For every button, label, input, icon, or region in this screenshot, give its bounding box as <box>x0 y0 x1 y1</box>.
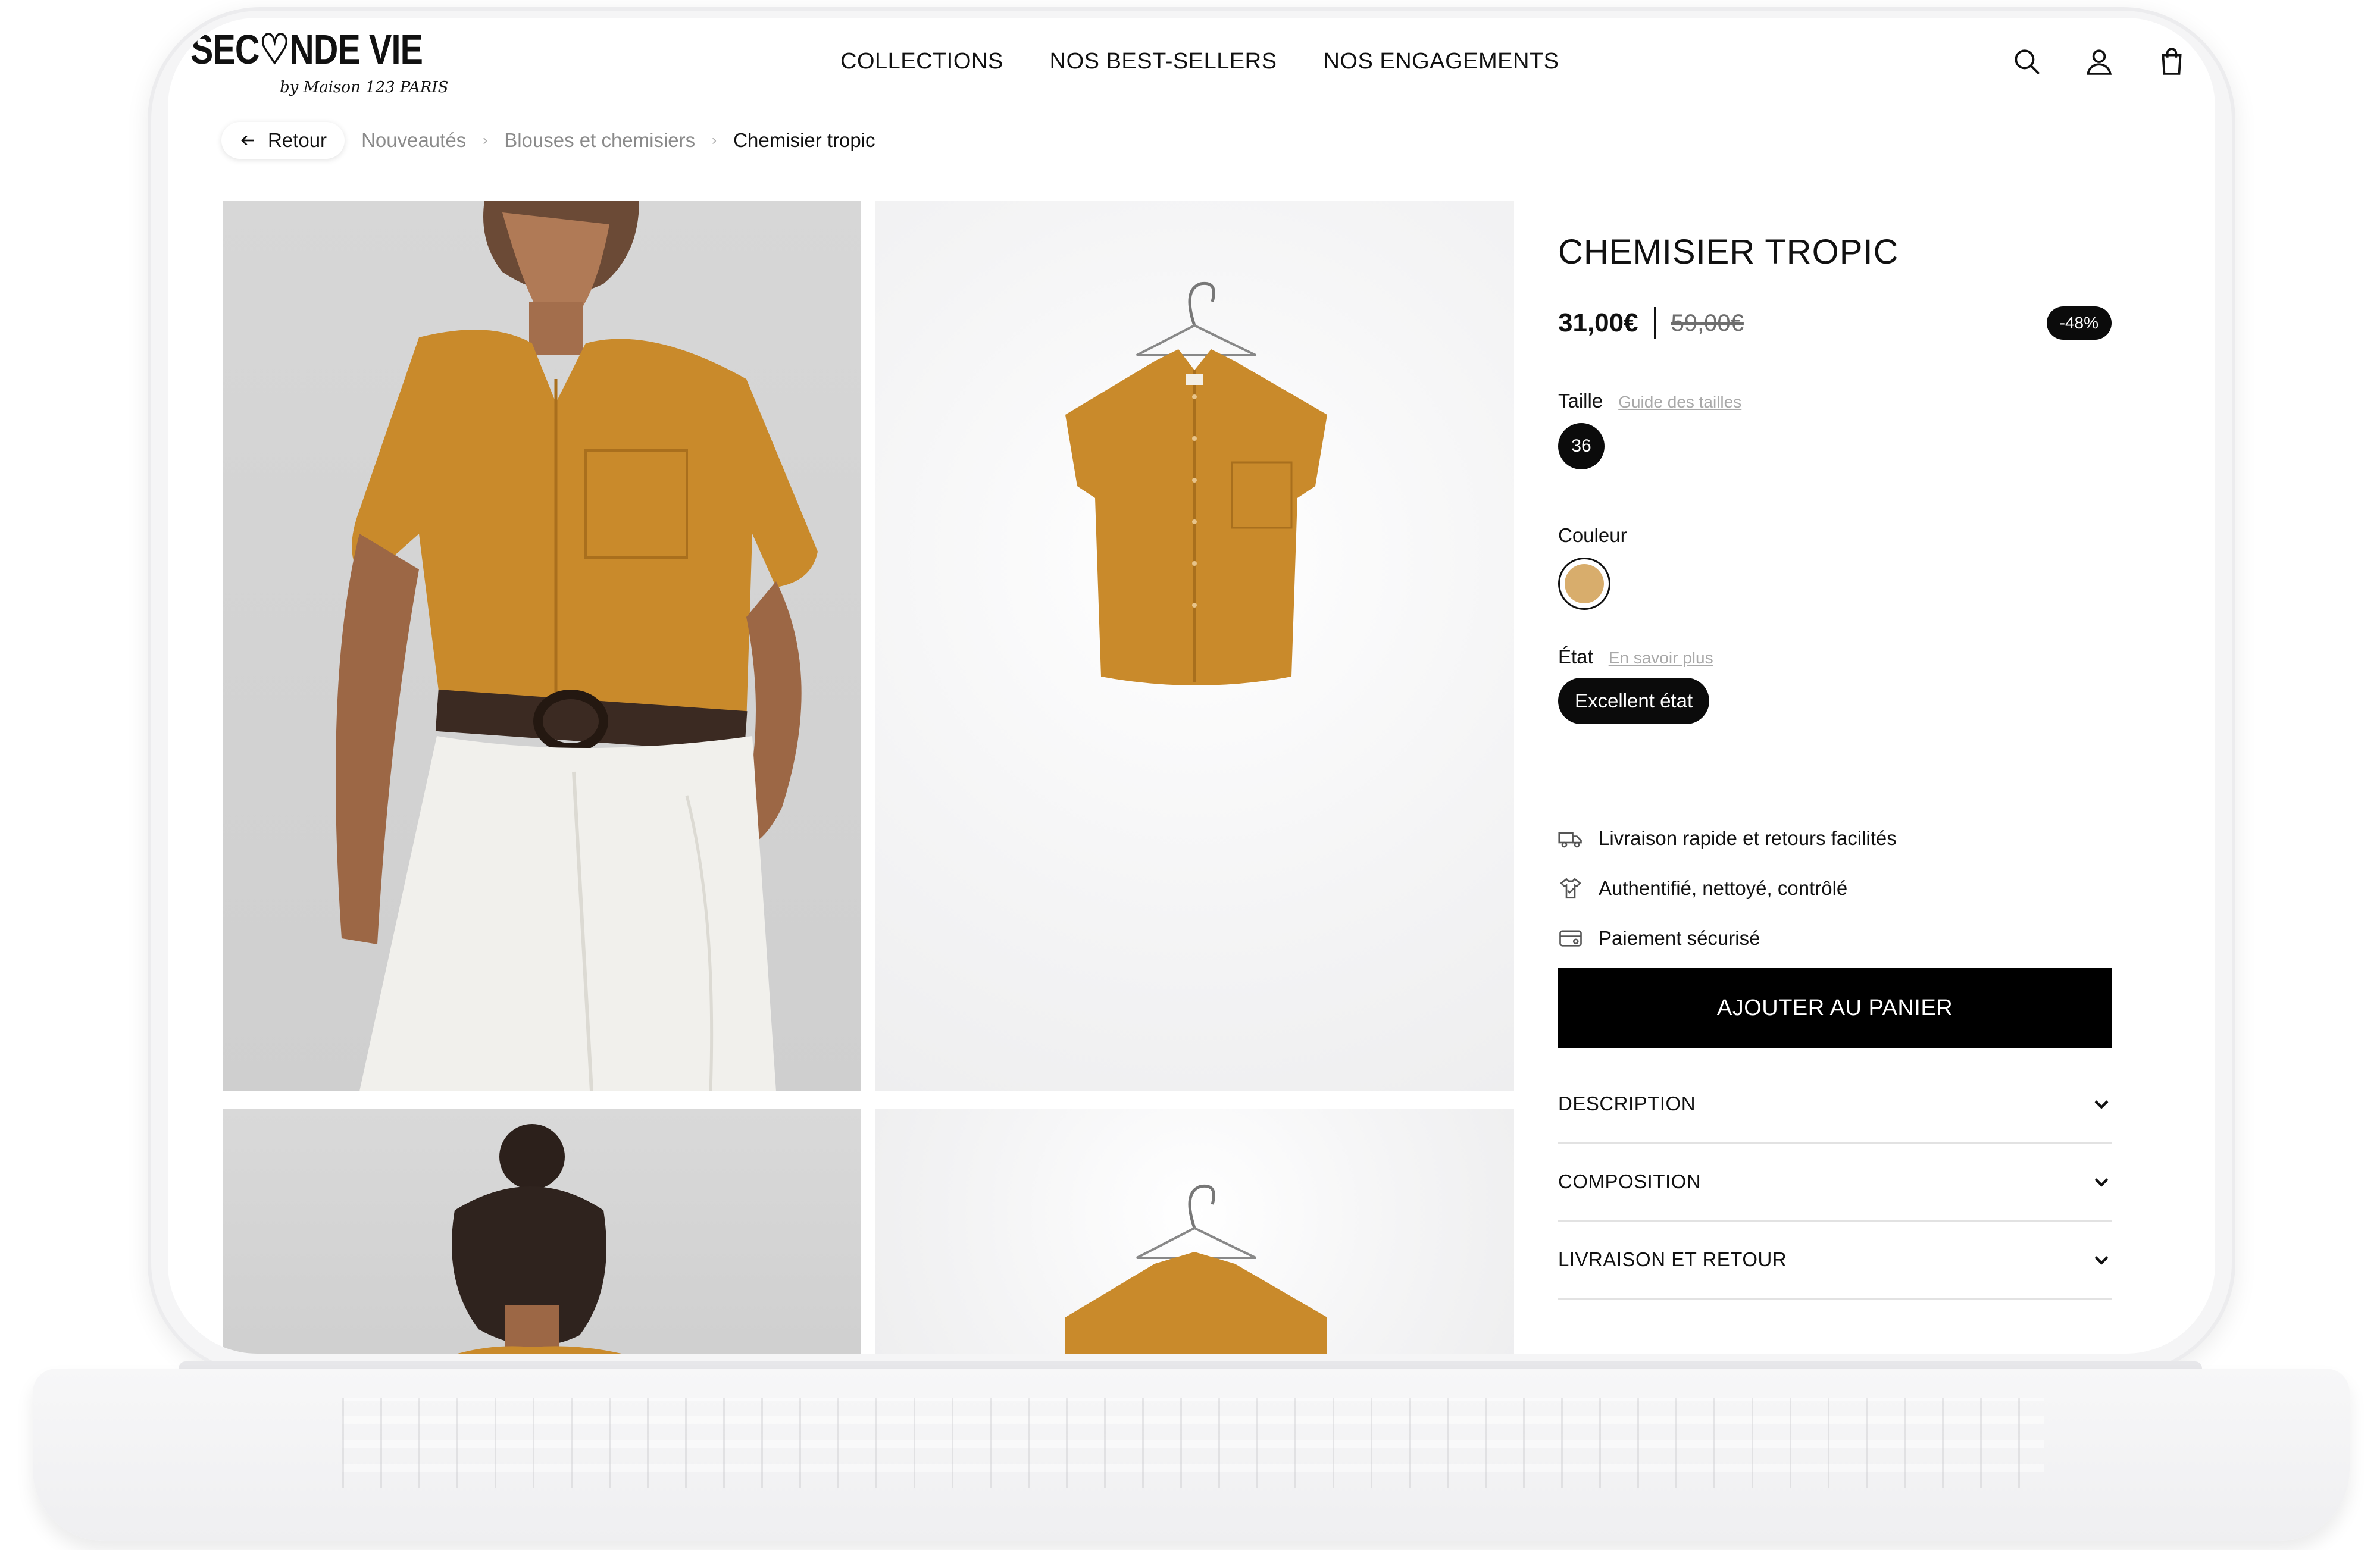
product-image-model-back[interactable] <box>223 1109 861 1354</box>
product-image-model-front[interactable] <box>223 201 861 1091</box>
feature-label: Paiement sécurisé <box>1599 927 1760 949</box>
chevron-down-icon <box>2094 1256 2109 1265</box>
nav-collections[interactable]: COLLECTIONS <box>840 49 1003 74</box>
bag-icon[interactable] <box>2157 46 2187 76</box>
account-icon[interactable] <box>2084 46 2114 76</box>
brand-name: SEC♡NDE VIE <box>190 26 423 73</box>
brand-logo[interactable]: SEC♡NDE VIE by Maison 123 PARIS <box>190 25 448 108</box>
arrow-left-icon <box>241 135 254 146</box>
product-title: CHEMISIER TROPIC <box>1558 233 1899 271</box>
screen: SEC♡NDE VIE by Maison 123 PARIS COLLECTI… <box>168 18 2215 1354</box>
chevron-right-icon: › <box>712 132 717 148</box>
chevron-down-icon <box>2094 1178 2109 1187</box>
features-list: Livraison rapide et retours facilités Au… <box>1558 813 2112 963</box>
product-image-hanger-front[interactable] <box>875 201 1514 1091</box>
size-option-36[interactable]: 36 <box>1558 423 1605 469</box>
brand-sub: by Maison 123 PARIS <box>280 79 449 96</box>
color-swatch[interactable] <box>1558 558 1610 610</box>
accordion-title: DESCRIPTION <box>1558 1092 1696 1114</box>
accordion-shipping-returns[interactable]: LIVRAISON ET RETOUR <box>1558 1222 2112 1300</box>
size-label: Taille <box>1558 390 1603 412</box>
breadcrumb-item-blouses[interactable]: Blouses et chemisiers <box>504 129 695 152</box>
size-section: Taille Guide des tailles 36 <box>1558 390 2112 469</box>
feature-label: Authentifié, nettoyé, contrôlé <box>1599 877 1848 899</box>
color-section: Couleur <box>1558 524 2112 610</box>
feature-label: Livraison rapide et retours facilités <box>1599 827 1897 849</box>
truck-icon <box>1558 832 1582 848</box>
nav-engagements[interactable]: NOS ENGAGEMENTS <box>1323 49 1559 74</box>
accordion-description[interactable]: DESCRIPTION <box>1558 1066 2112 1144</box>
state-badge[interactable]: Excellent état <box>1558 678 1710 724</box>
nav-best-sellers[interactable]: NOS BEST-SELLERS <box>1050 49 1277 74</box>
product-image-hanger-back[interactable] <box>875 1109 1514 1354</box>
state-label: État <box>1558 646 1593 668</box>
back-label: Retour <box>268 129 327 151</box>
shirt-check-icon <box>1560 878 1581 899</box>
breadcrumb-item-nouveautes[interactable]: Nouveautés <box>361 129 466 152</box>
back-button[interactable]: Retour <box>221 122 345 159</box>
size-label-row: Taille Guide des tailles <box>1558 390 2112 412</box>
card-icon <box>1559 930 1582 947</box>
chevron-down-icon <box>2094 1100 2109 1109</box>
product-panel: CHEMISIER TROPIC 31,00€ 59,00€ -48% Tail… <box>1558 232 2112 1300</box>
accordion-title: COMPOSITION <box>1558 1170 1702 1192</box>
laptop-keyboard <box>342 1398 2044 1488</box>
header-icons <box>2012 46 2187 76</box>
color-label: Couleur <box>1558 524 1627 546</box>
color-swatch-fill <box>1565 564 1604 603</box>
breadcrumb-item-current: Chemisier tropic <box>733 129 875 151</box>
feature-item: Paiement sécurisé <box>1558 913 2112 963</box>
current-price: 31,00€ <box>1558 308 1638 337</box>
old-price: 59,00€ <box>1671 309 1744 336</box>
feature-item: Authentifié, nettoyé, contrôlé <box>1558 863 2112 913</box>
feature-item: Livraison rapide et retours facilités <box>1558 813 2112 863</box>
breadcrumb: Retour Nouveautés › Blouses et chemisier… <box>221 122 875 159</box>
price-row: 31,00€ 59,00€ -48% <box>1558 305 2112 341</box>
state-label-row: État En savoir plus <box>1558 646 2112 668</box>
price-divider <box>1653 307 1656 339</box>
discount-badge: -48% <box>2046 306 2112 340</box>
laptop-base <box>33 1369 2350 1541</box>
add-to-cart-button[interactable]: AJOUTER AU PANIER <box>1558 968 2112 1048</box>
size-guide-link[interactable]: Guide des tailles <box>1618 393 1741 412</box>
accordion-composition[interactable]: COMPOSITION <box>1558 1144 2112 1222</box>
state-section: État En savoir plus Excellent état <box>1558 646 2112 724</box>
search-icon[interactable] <box>2012 46 2041 76</box>
state-info-link[interactable]: En savoir plus <box>1609 649 1713 668</box>
accordion-list: DESCRIPTION COMPOSITION LIVRAISON ET RET… <box>1558 1066 2112 1300</box>
main-nav: COLLECTIONS NOS BEST-SELLERS NOS ENGAGEM… <box>840 49 1559 74</box>
accordion-title: LIVRAISON ET RETOUR <box>1558 1248 1787 1270</box>
chevron-right-icon: › <box>483 132 488 148</box>
